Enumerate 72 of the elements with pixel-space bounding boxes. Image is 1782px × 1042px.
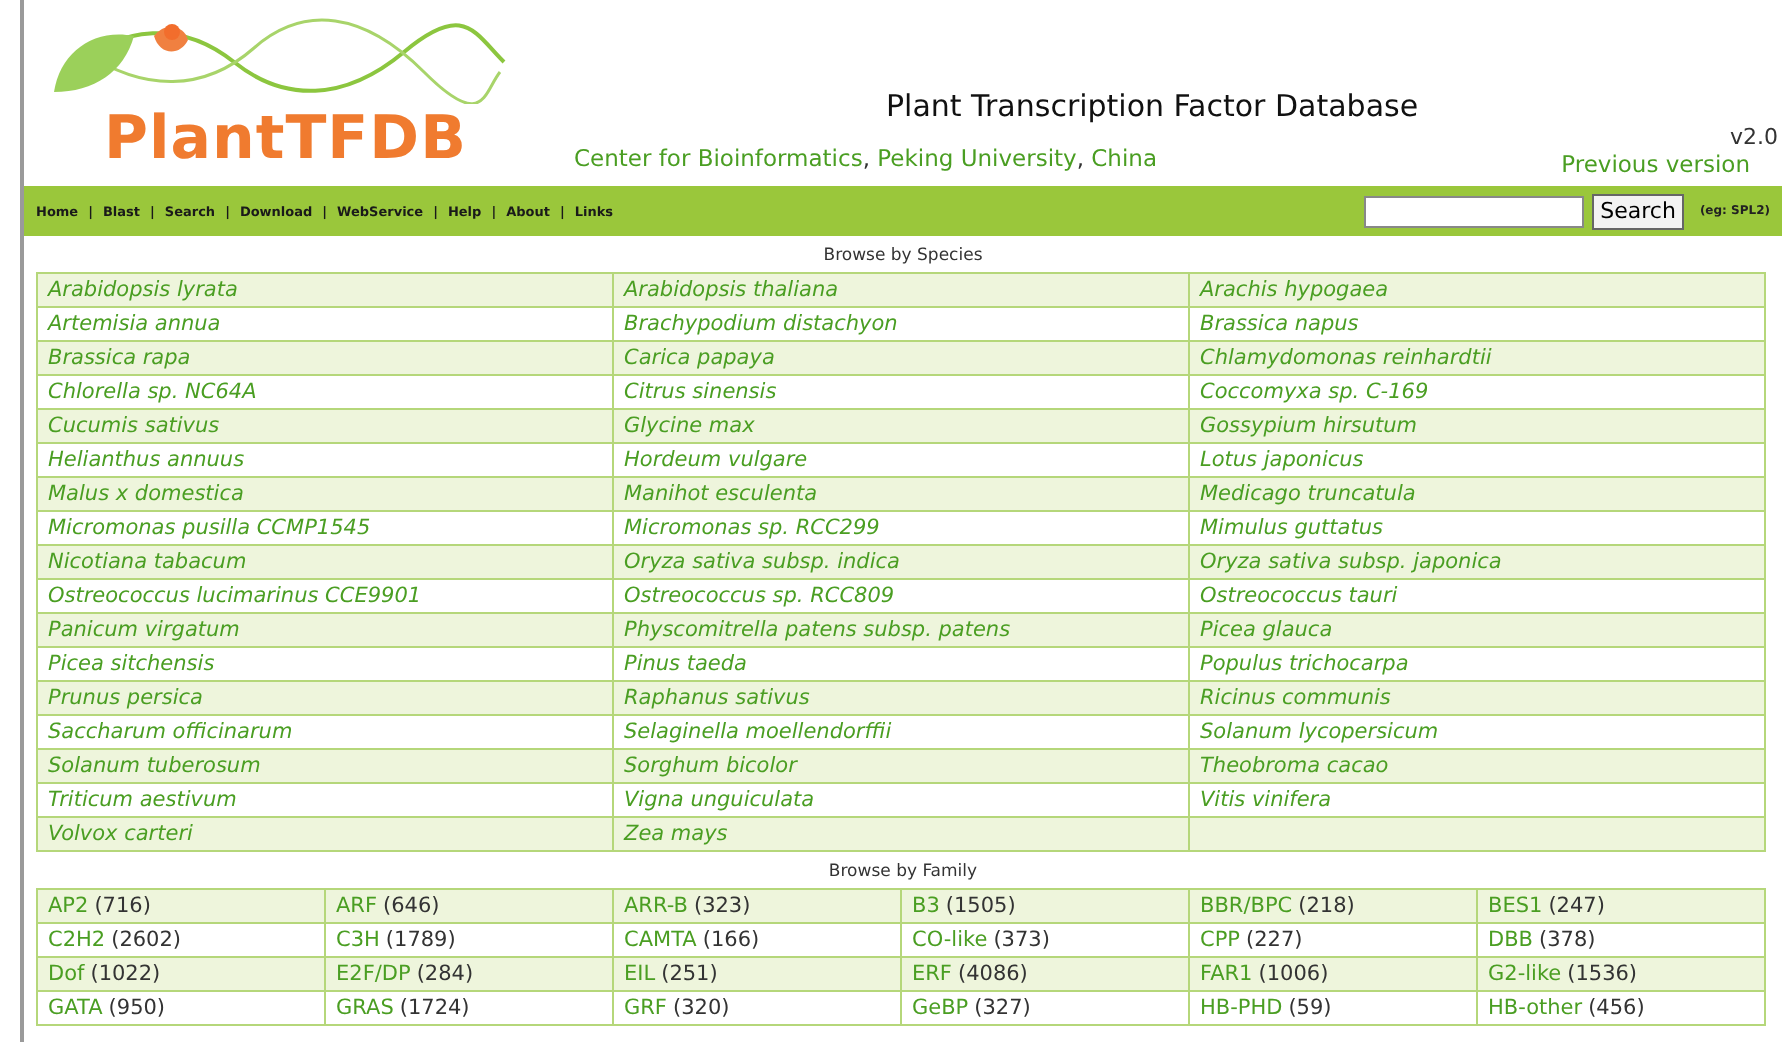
family-count: (950) [108,996,166,1020]
family-count: (373) [993,928,1050,952]
family-link[interactable]: BBR/BPC [1200,894,1293,918]
family-link[interactable]: FAR1 [1200,962,1253,986]
family-count: (1789) [385,928,456,952]
family-link[interactable]: GATA [48,996,103,1020]
family-link[interactable]: C3H [336,928,380,952]
species-link[interactable]: Pinus taeda [624,652,747,676]
affiliation-link[interactable]: Center for Bioinformatics [574,144,863,172]
family-count: (2602) [111,928,182,952]
family-count: (247) [1548,894,1605,918]
family-count: (646) [383,894,440,918]
species-link[interactable]: Prunus persica [48,686,203,710]
family-count: (378) [1539,928,1596,952]
family-link[interactable]: ARF [336,894,378,918]
family-link[interactable]: AP2 [48,894,89,918]
affiliation-link[interactable]: Peking University [877,144,1077,172]
search-field[interactable] [1364,195,1585,227]
species-link[interactable]: Glycine max [624,414,755,438]
family-count: (323) [693,894,751,918]
species-link[interactable]: Brassica napus [1200,312,1359,336]
species-link[interactable]: Zea mays [624,822,728,846]
family-count: (320) [672,996,730,1020]
family-count: (1006) [1258,962,1329,986]
family-link[interactable]: BES1 [1488,894,1543,918]
section-heading: Browse by Family [828,860,978,886]
family-count: (59) [1288,996,1332,1020]
site-title: Plant Transcription Factor Database [886,88,1421,124]
previous-version-link[interactable]: Previous version [1561,150,1750,178]
family-link[interactable]: CPP [1200,928,1240,952]
family-count: (327) [974,996,1031,1020]
family-link[interactable]: C2H2 [48,928,106,952]
family-link[interactable]: EIL [624,962,656,986]
family-link[interactable]: GRF [624,996,667,1020]
family-link[interactable]: GRAS [336,996,394,1020]
species-link[interactable]: Carica papaya [624,346,775,370]
family-link[interactable]: ERF [912,962,952,986]
affiliation-link[interactable]: China [1091,144,1158,172]
section-heading: Browse by Species [823,244,983,270]
species-link[interactable]: Volvox carteri [48,822,193,846]
family-count: (284) [416,962,474,986]
family-link[interactable]: G2-like [1488,962,1562,986]
family-count: (218) [1298,894,1355,918]
family-count: (1536) [1567,962,1638,986]
family-link[interactable]: ARR-B [624,894,688,918]
family-link[interactable]: HB-PHD [1200,996,1283,1020]
family-count: (4086) [957,962,1028,986]
family-link[interactable]: HB-other [1488,996,1583,1020]
species-link[interactable]: Picea glauca [1200,618,1333,642]
family-link[interactable]: Dof [48,962,85,986]
comma-separator: , [862,144,872,172]
family-link[interactable]: GeBP [912,996,969,1020]
comma-separator: , [1076,144,1086,172]
version-label: v2.0 [1729,124,1778,150]
family-count: (716) [94,894,151,918]
family-count: (1724) [399,996,470,1020]
family-link[interactable]: E2F/DP [336,962,411,986]
family-link[interactable]: DBB [1488,928,1533,952]
family-count: (1022) [90,962,161,986]
family-link[interactable]: CAMTA [624,928,697,952]
family-link[interactable]: B3 [912,894,940,918]
family-count: (166) [702,928,760,952]
family-count: (251) [661,962,718,986]
logo-text[interactable]: PlantTFDB [104,108,467,172]
family-count: (456) [1588,996,1645,1020]
family-count: (1505) [945,894,1016,918]
species-link[interactable]: Citrus sinensis [624,380,777,404]
search-button[interactable]: Search [1592,193,1684,229]
family-link[interactable]: CO-like [912,928,988,952]
family-count: (227) [1246,928,1303,952]
species-link[interactable]: Brassica rapa [48,346,191,370]
species-link[interactable]: Vitis vinifera [1200,788,1332,812]
